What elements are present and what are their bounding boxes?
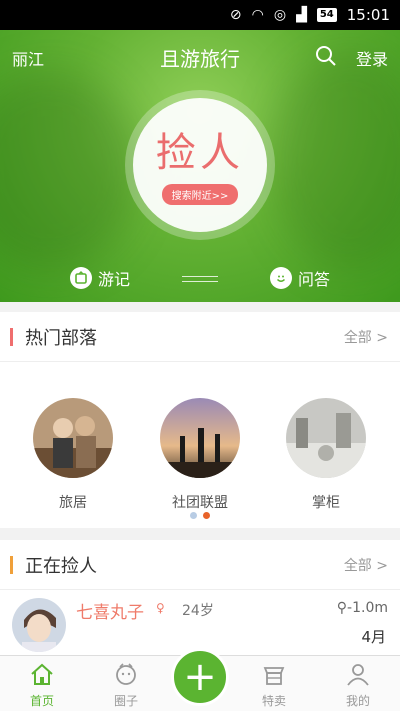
mute-icon: ⊘ [229, 7, 242, 23]
page-dot-active[interactable] [203, 512, 210, 519]
avatar[interactable] [12, 598, 66, 652]
distance: ⚲-1.0m [337, 600, 388, 616]
tribe-photo [160, 398, 240, 478]
location-pin-icon: ⚲ [336, 600, 348, 616]
pick-people-title: 捡人 [156, 129, 244, 176]
smiley-icon [270, 267, 292, 289]
section-marker [10, 555, 13, 574]
hot-tribes-more-link[interactable]: 全部 > [344, 327, 388, 347]
nav-special[interactable]: 特卖 [244, 662, 304, 709]
status-bar: ⊘ ◠ ◎ ▟ 54 15:01 [0, 0, 400, 30]
tab-qa[interactable]: 问答 [270, 266, 330, 290]
tab-travel-notes[interactable]: 游记 [70, 266, 130, 290]
hero-banner: 丽江 且游旅行 登录 捡人 搜索附近>> 游记 问答 [0, 30, 400, 302]
tab-travel-notes-label: 游记 [98, 270, 131, 289]
search-nearby-button[interactable]: 搜索附近>> [161, 183, 239, 205]
hot-tribes-header: 热门部落 全部 > [0, 312, 400, 362]
picking-title: 正在捡人 [25, 555, 97, 577]
nav-mine-label: 我的 [345, 694, 370, 708]
hot-tribes-title: 热门部落 [25, 327, 97, 349]
picking-header: 正在捡人 全部 > [0, 540, 400, 590]
shop-icon [263, 667, 285, 685]
tab-qa-label: 问答 [298, 270, 331, 289]
date: 4月 [361, 628, 386, 646]
clock: 15:01 [346, 6, 390, 24]
top-bar: 丽江 且游旅行 登录 [0, 30, 400, 82]
user-icon [347, 664, 369, 686]
pick-people-inner[interactable]: 捡人 搜索附近>> [133, 98, 267, 232]
distance-value: -1.0m [347, 600, 388, 616]
wifi-icon: ◠ [251, 7, 264, 23]
user-name: 七喜丸子 [76, 603, 144, 623]
tribe-name: 掌柜 [312, 495, 340, 511]
nav-home[interactable]: 首页 [12, 662, 72, 709]
login-button[interactable]: 登录 [356, 46, 388, 70]
signal-icon: ▟ [296, 7, 307, 23]
nav-special-label: 特卖 [261, 694, 286, 708]
tribe-item[interactable]: 旅居 [28, 398, 118, 512]
hot-tribes-section: 热门部落 全部 > 旅居 社团联盟 掌柜 [0, 312, 400, 528]
tribe-carousel[interactable]: 旅居 社团联盟 掌柜 [0, 362, 400, 522]
tribe-name: 社团联盟 [172, 495, 228, 511]
section-marker [10, 327, 13, 346]
carousel-pagination [190, 512, 210, 519]
app-title: 且游旅行 [160, 47, 240, 71]
hd-icon: ◎ [273, 7, 287, 23]
travel-notes-icon [70, 267, 92, 289]
tribe-photo [286, 398, 366, 478]
nav-circle-label: 圈子 [113, 694, 138, 708]
tribe-photo [33, 398, 113, 478]
nav-mine[interactable]: 我的 [328, 662, 388, 709]
nav-circle[interactable]: 圈子 [96, 662, 156, 709]
tab-divider [182, 276, 218, 286]
nav-home-label: 首页 [29, 694, 54, 708]
picking-more-link[interactable]: 全部 > [344, 555, 388, 575]
circle-face-icon [116, 663, 136, 685]
hero-tabs: 游记 问答 [0, 254, 400, 302]
search-icon[interactable] [314, 44, 338, 68]
tribe-item[interactable]: 社团联盟 [155, 398, 245, 512]
home-icon [31, 663, 53, 685]
female-icon: ♀ [156, 601, 165, 615]
tribe-name: 旅居 [59, 495, 87, 511]
page-dot[interactable] [190, 512, 197, 519]
picking-section: 正在捡人 全部 > 七喜丸子 ♀ 24岁 ⚲-1.0m 4月 [0, 540, 400, 655]
user-age: 24岁 [182, 603, 214, 619]
add-button[interactable]: + [171, 648, 229, 706]
tribe-item[interactable]: 掌柜 [281, 398, 371, 512]
bottom-nav: 首页 圈子 + 特卖 我的 [0, 648, 400, 711]
battery-icon: 54 [316, 8, 337, 22]
pick-people-circle[interactable]: 捡人 搜索附近>> [125, 90, 275, 240]
